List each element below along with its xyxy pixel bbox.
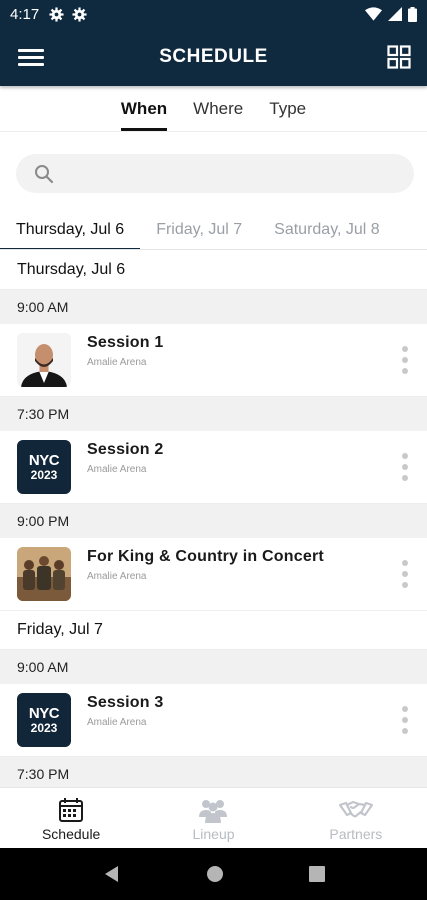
filter-tabs: When Where Type — [0, 86, 427, 132]
session-row-session-1[interactable]: Session 1 Amalie Arena — [0, 324, 427, 397]
filter-tab-when[interactable]: When — [120, 95, 168, 131]
thumbnail-line-1: NYC — [28, 452, 60, 469]
nyc-2023-logo-thumbnail: NYC 2023 — [17, 440, 71, 494]
session-row-session-2[interactable]: NYC 2023 Session 2 Amalie Arena — [0, 431, 427, 504]
time-header: 9:00 AM — [0, 290, 427, 324]
wifi-icon — [365, 7, 382, 21]
filter-tab-type[interactable]: Type — [269, 95, 306, 123]
session-title: Session 2 — [87, 441, 164, 458]
nav-item-partners[interactable]: Partners — [285, 788, 427, 848]
session-info: Session 2 Amalie Arena — [87, 431, 164, 475]
search-icon — [35, 164, 54, 183]
hamburger-menu-icon[interactable] — [18, 45, 44, 69]
page-title: SCHEDULE — [159, 46, 268, 67]
more-options-icon[interactable] — [401, 706, 409, 734]
session-info: Session 3 Amalie Arena — [87, 684, 164, 728]
more-options-icon[interactable] — [401, 346, 409, 374]
session-location: Amalie Arena — [87, 357, 147, 368]
session-row-for-king-and-country[interactable]: For King & Country in Concert Amalie Are… — [0, 538, 427, 611]
android-system-nav — [0, 848, 427, 900]
nav-item-schedule[interactable]: Schedule — [0, 788, 142, 848]
session-location: Amalie Arena — [87, 464, 147, 475]
time-header: 9:00 PM — [0, 504, 427, 538]
session-row-session-3[interactable]: NYC 2023 Session 3 Amalie Arena — [0, 684, 427, 757]
settings-gear-icon — [49, 6, 64, 22]
thumbnail-line-1: NYC — [28, 705, 60, 722]
grid-view-icon[interactable] — [387, 45, 411, 69]
app-bar: SCHEDULE — [0, 28, 427, 86]
day-tab-thursday[interactable]: Thursday, Jul 6 — [0, 210, 141, 249]
nav-label-lineup: Lineup — [192, 826, 235, 842]
thumbnail-line-2: 2023 — [30, 721, 58, 735]
people-icon — [199, 800, 228, 823]
band-photo-thumbnail — [17, 547, 71, 601]
time-header: 7:30 PM — [0, 757, 427, 787]
bottom-nav: Schedule Lineup Partners — [0, 787, 427, 848]
filter-tab-where[interactable]: Where — [193, 95, 243, 123]
nav-label-partners: Partners — [329, 826, 383, 842]
day-tab-friday[interactable]: Friday, Jul 7 — [140, 210, 258, 249]
schedule-list[interactable]: Thursday, Jul 6 9:00 AM Session 1 Amalie… — [0, 251, 427, 787]
time-header: 7:30 PM — [0, 397, 427, 431]
session-title: Session 3 — [87, 694, 164, 711]
nav-label-schedule: Schedule — [41, 826, 101, 842]
session-info: Session 1 Amalie Arena — [87, 324, 164, 368]
search-bar[interactable] — [16, 154, 414, 193]
date-header: Friday, Jul 7 — [0, 611, 427, 650]
search-input[interactable] — [64, 165, 384, 182]
cellular-signal-icon — [388, 7, 402, 21]
status-time: 4:17 — [10, 5, 40, 23]
time-header: 9:00 AM — [0, 650, 427, 684]
battery-icon — [408, 6, 417, 22]
speaker-photo-thumbnail — [17, 333, 71, 387]
back-triangle-icon[interactable] — [103, 865, 121, 883]
day-tabs: Thursday, Jul 6 Friday, Jul 7 Saturday, … — [0, 210, 427, 250]
session-location: Amalie Arena — [87, 717, 147, 728]
thumbnail-line-2: 2023 — [30, 468, 58, 482]
more-options-icon[interactable] — [401, 560, 409, 588]
day-tab-saturday[interactable]: Saturday, Jul 8 — [258, 210, 396, 249]
handshake-icon — [338, 800, 373, 818]
session-title: For King & Country in Concert — [87, 548, 324, 565]
nyc-2023-logo-thumbnail: NYC 2023 — [17, 693, 71, 747]
settings-gear-icon-2 — [72, 6, 87, 22]
session-location: Amalie Arena — [87, 571, 147, 582]
session-info: For King & Country in Concert Amalie Are… — [87, 538, 324, 582]
recents-square-icon[interactable] — [308, 866, 325, 882]
home-circle-icon[interactable] — [206, 865, 224, 883]
more-options-icon[interactable] — [401, 453, 409, 481]
date-header: Thursday, Jul 6 — [0, 251, 427, 290]
session-title: Session 1 — [87, 334, 164, 351]
calendar-icon — [59, 798, 84, 822]
status-bar: 4:17 — [0, 0, 427, 28]
nav-item-lineup[interactable]: Lineup — [142, 788, 284, 848]
